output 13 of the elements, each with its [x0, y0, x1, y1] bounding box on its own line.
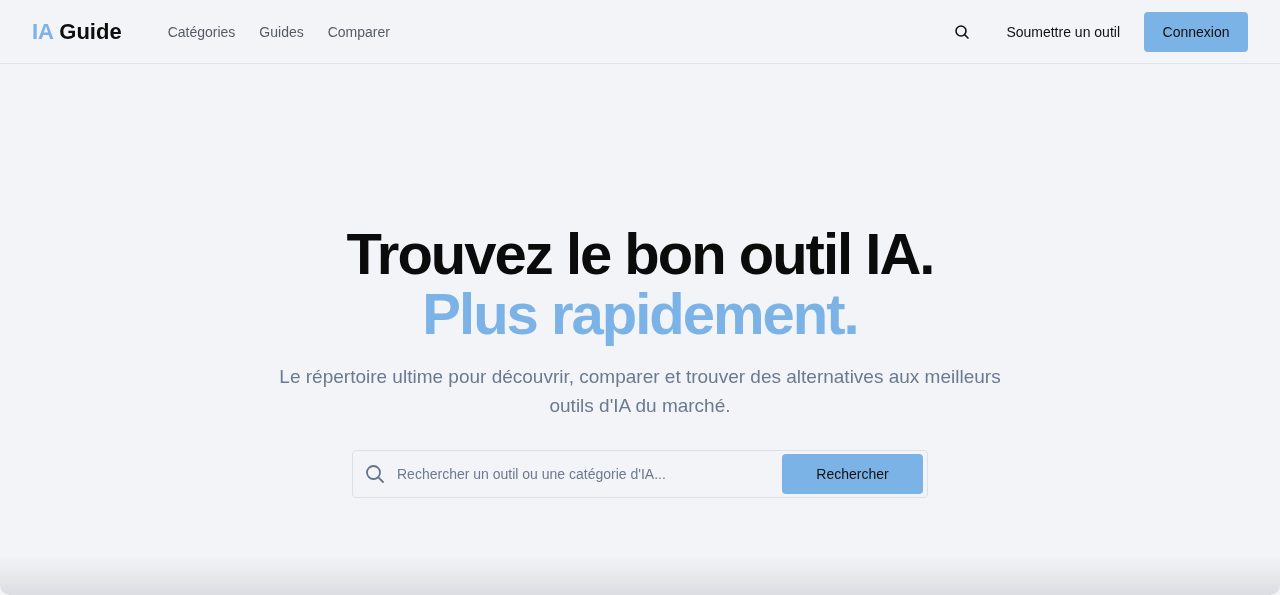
hero-subtitle: Le répertoire ultime pour découvrir, comparer et trouver des alternatives aux meilleurs outils d'IA du marché.	[278, 365, 1002, 418]
submit-tool-link[interactable]: Soumettre un outil	[1006, 23, 1120, 40]
search-icon	[365, 464, 385, 484]
search-button[interactable]: Rechercher	[782, 454, 923, 494]
hero-title-accent: Plus rapidement.	[422, 284, 858, 344]
nav-link[interactable]: Guides	[259, 23, 304, 40]
search-icon[interactable]	[954, 23, 971, 40]
nav-link[interactable]: Comparer	[327, 23, 390, 40]
login-button[interactable]: Connexion	[1144, 11, 1248, 52]
logo[interactable]: IA Guide	[32, 18, 122, 45]
nav-link[interactable]: Catégories	[167, 23, 236, 40]
hero-title: Trouvez le bon outil IA.	[346, 224, 934, 284]
search-field[interactable]: Rechercher un outil ou une catégorie d'IA... Rechercher	[352, 450, 928, 498]
